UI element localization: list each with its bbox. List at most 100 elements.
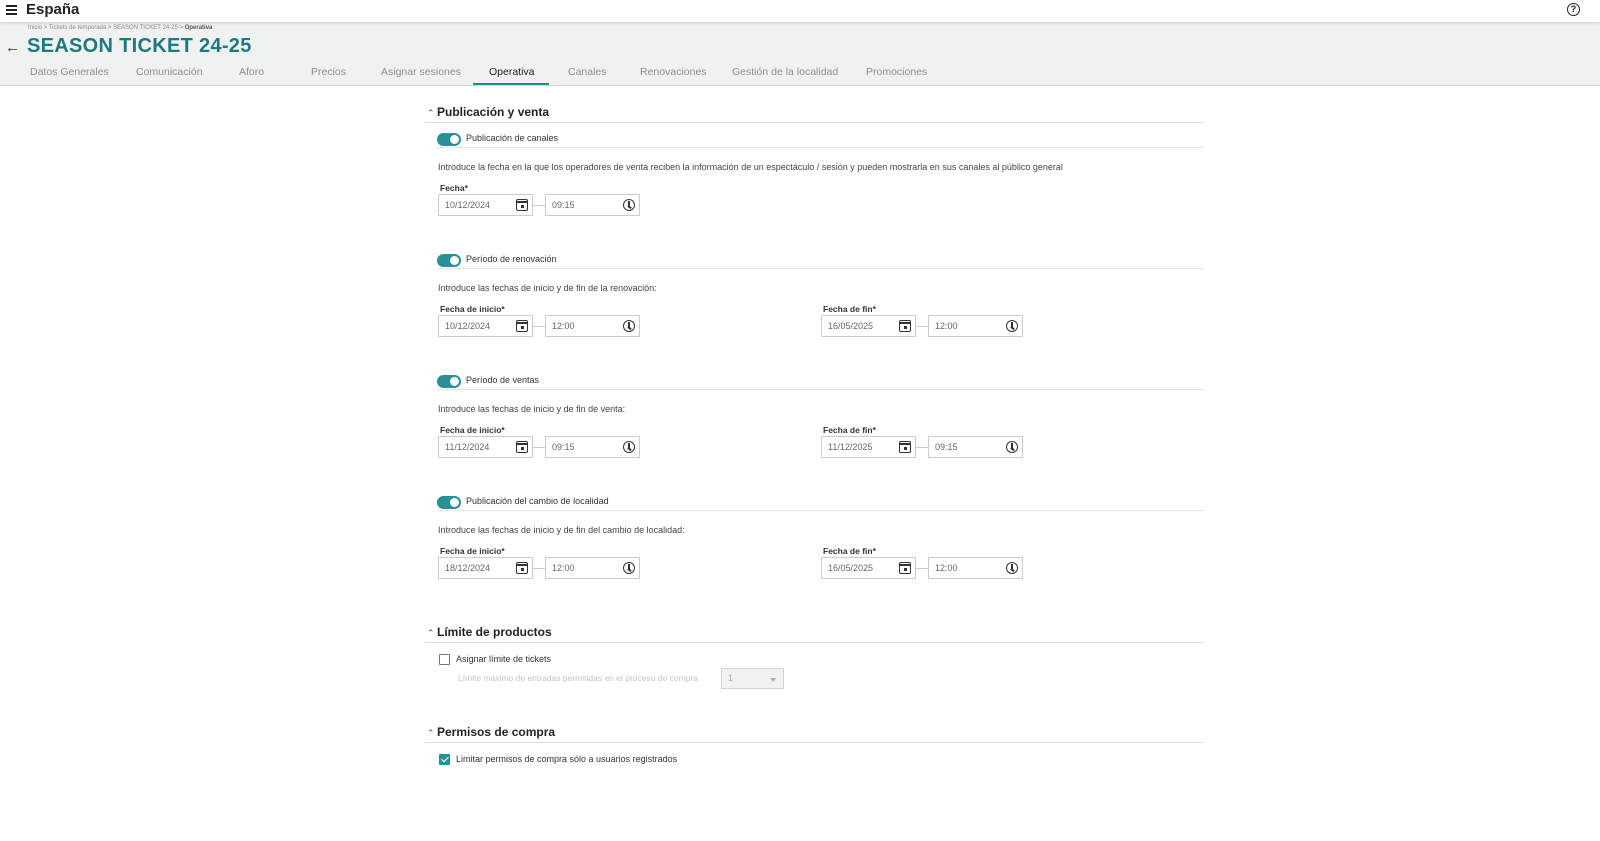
cambio-localidad-toggle[interactable] — [437, 496, 461, 509]
calendar-icon[interactable] — [516, 562, 528, 574]
cambio-start-time-field[interactable]: 12:00 — [545, 557, 640, 579]
publicacion-canales-toggle[interactable] — [437, 133, 461, 146]
ventas-end-time-field[interactable]: 09:15 — [928, 436, 1023, 458]
clock-icon[interactable] — [623, 562, 635, 574]
clock-icon[interactable] — [623, 199, 635, 211]
select-value: 1 — [728, 673, 734, 683]
toggle-row-periodo-ventas: Período de ventas — [437, 374, 1204, 390]
tab-gestion-localidad[interactable]: Gestión de la localidad — [732, 66, 838, 78]
renovacion-description: Introduce las fechas de inicio y de fin … — [438, 283, 657, 293]
section-publicacion-venta[interactable]: ⌃ Publicación y venta — [425, 105, 1204, 123]
asignar-limite-checkbox[interactable] — [439, 654, 450, 665]
breadcrumb-trail[interactable]: Inicio > Tickets de temporada > SEASON T… — [28, 25, 185, 31]
ventas-end-date-field[interactable]: 11/12/2025 — [821, 436, 916, 458]
app-title: España — [26, 1, 80, 18]
back-arrow-icon[interactable]: ← — [5, 39, 20, 56]
calendar-icon[interactable] — [899, 441, 911, 453]
cambio-start-date-field[interactable]: 18/12/2024 — [438, 557, 533, 579]
tab-canales[interactable]: Canales — [568, 66, 607, 78]
help-icon[interactable]: ? — [1567, 3, 1580, 16]
limite-maximo-select[interactable]: 1 — [721, 668, 784, 689]
start-label: Fecha de inicio* — [440, 546, 505, 556]
calendar-icon[interactable] — [516, 320, 528, 332]
tab-promociones[interactable]: Promociones — [866, 66, 927, 78]
time-value: 09:15 — [552, 200, 575, 210]
calendar-icon[interactable] — [899, 320, 911, 332]
renovacion-end-date-field[interactable]: 16/05/2025 — [821, 315, 916, 337]
tab-asignar-sesiones[interactable]: Asignar sesiones — [381, 66, 461, 78]
toggle-label: Período de ventas — [466, 375, 540, 385]
fecha-label: Fecha* — [440, 183, 468, 193]
hamburger-menu-icon[interactable] — [6, 5, 17, 15]
end-label: Fecha de fin* — [823, 425, 876, 435]
chevron-up-icon[interactable]: ⌃ — [427, 628, 435, 639]
date-value: 16/05/2025 — [828, 321, 874, 331]
separator — [533, 205, 545, 206]
asignar-limite-label: Asignar límite de tickets — [456, 654, 552, 664]
breadcrumb-current: Operativa — [184, 25, 213, 31]
calendar-icon[interactable] — [516, 441, 528, 453]
chevron-up-icon[interactable]: ⌃ — [427, 728, 435, 739]
canales-date-field[interactable]: 10/12/2024 — [438, 194, 533, 216]
tab-bar: Datos Generales Comunicación Aforo Preci… — [0, 62, 1000, 86]
tab-renovaciones[interactable]: Renovaciones — [640, 66, 707, 78]
separator — [533, 568, 545, 569]
calendar-icon[interactable] — [516, 199, 528, 211]
section-limite-productos[interactable]: ⌃ Límite de productos — [425, 625, 1204, 643]
limitar-permisos-checkbox[interactable] — [439, 754, 450, 765]
periodo-ventas-toggle[interactable] — [437, 375, 461, 388]
time-value: 12:00 — [552, 321, 575, 331]
canales-time-field[interactable]: 09:15 — [545, 194, 640, 216]
separator — [916, 326, 928, 327]
section-permisos-compra[interactable]: ⌃ Permisos de compra — [425, 725, 1204, 743]
chevron-up-icon[interactable]: ⌃ — [427, 108, 435, 119]
renovacion-start-time-field[interactable]: 12:00 — [545, 315, 640, 337]
toggle-label: Período de renovación — [466, 254, 557, 264]
breadcrumb: Inicio > Tickets de temporada > SEASON T… — [28, 25, 212, 31]
clock-icon[interactable] — [623, 441, 635, 453]
date-value: 16/05/2025 — [828, 563, 874, 573]
toggle-label: Publicación del cambio de localidad — [466, 496, 609, 506]
separator — [916, 447, 928, 448]
ventas-start-time-field[interactable]: 09:15 — [545, 436, 640, 458]
canales-description: Introduce la fecha en la que los operado… — [438, 162, 1063, 172]
toggle-label: Publicación de canales — [466, 133, 559, 143]
limite-maximo-label: Límite máximo de entradas permitidas en … — [458, 673, 699, 683]
tab-aforo[interactable]: Aforo — [239, 66, 264, 78]
date-value: 10/12/2024 — [445, 200, 491, 210]
date-value: 11/12/2024 — [445, 442, 490, 452]
toggle-row-periodo-renovacion: Período de renovación — [437, 253, 1204, 269]
date-value: 11/12/2025 — [828, 442, 873, 452]
ventas-start-date-field[interactable]: 11/12/2024 — [438, 436, 533, 458]
page-title: SEASON TICKET 24-25 — [27, 35, 252, 57]
renovacion-start-date-field[interactable]: 10/12/2024 — [438, 315, 533, 337]
tab-comunicacion[interactable]: Comunicación — [136, 66, 203, 78]
clock-icon[interactable] — [1006, 320, 1018, 332]
clock-icon[interactable] — [1006, 441, 1018, 453]
tab-precios[interactable]: Precios — [311, 66, 346, 78]
start-label: Fecha de inicio* — [440, 304, 505, 314]
renovacion-end-time-field[interactable]: 12:00 — [928, 315, 1023, 337]
cambio-end-time-field[interactable]: 12:00 — [928, 557, 1023, 579]
cambio-description: Introduce las fechas de inicio y de fin … — [438, 525, 685, 535]
separator — [916, 568, 928, 569]
date-value: 10/12/2024 — [445, 321, 491, 331]
cambio-end-date-field[interactable]: 16/05/2025 — [821, 557, 916, 579]
tab-datos-generales[interactable]: Datos Generales — [30, 66, 109, 78]
calendar-icon[interactable] — [899, 562, 911, 574]
page-header: Inicio > Tickets de temporada > SEASON T… — [0, 22, 1600, 86]
tab-operativa[interactable]: Operativa — [489, 66, 535, 78]
end-label: Fecha de fin* — [823, 546, 876, 556]
time-value: 09:15 — [935, 442, 958, 452]
clock-icon[interactable] — [623, 320, 635, 332]
time-value: 12:00 — [935, 321, 958, 331]
clock-icon[interactable] — [1006, 562, 1018, 574]
toggle-row-cambio-localidad: Publicación del cambio de localidad — [437, 495, 1204, 511]
chevron-down-icon — [770, 678, 776, 682]
toggle-row-publicacion-canales: Publicación de canales — [437, 132, 1204, 148]
section-title: Permisos de compra — [437, 725, 556, 739]
end-label: Fecha de fin* — [823, 304, 876, 314]
top-bar: España ? — [0, 0, 1600, 22]
periodo-renovacion-toggle[interactable] — [437, 254, 461, 267]
time-value: 09:15 — [552, 442, 575, 452]
